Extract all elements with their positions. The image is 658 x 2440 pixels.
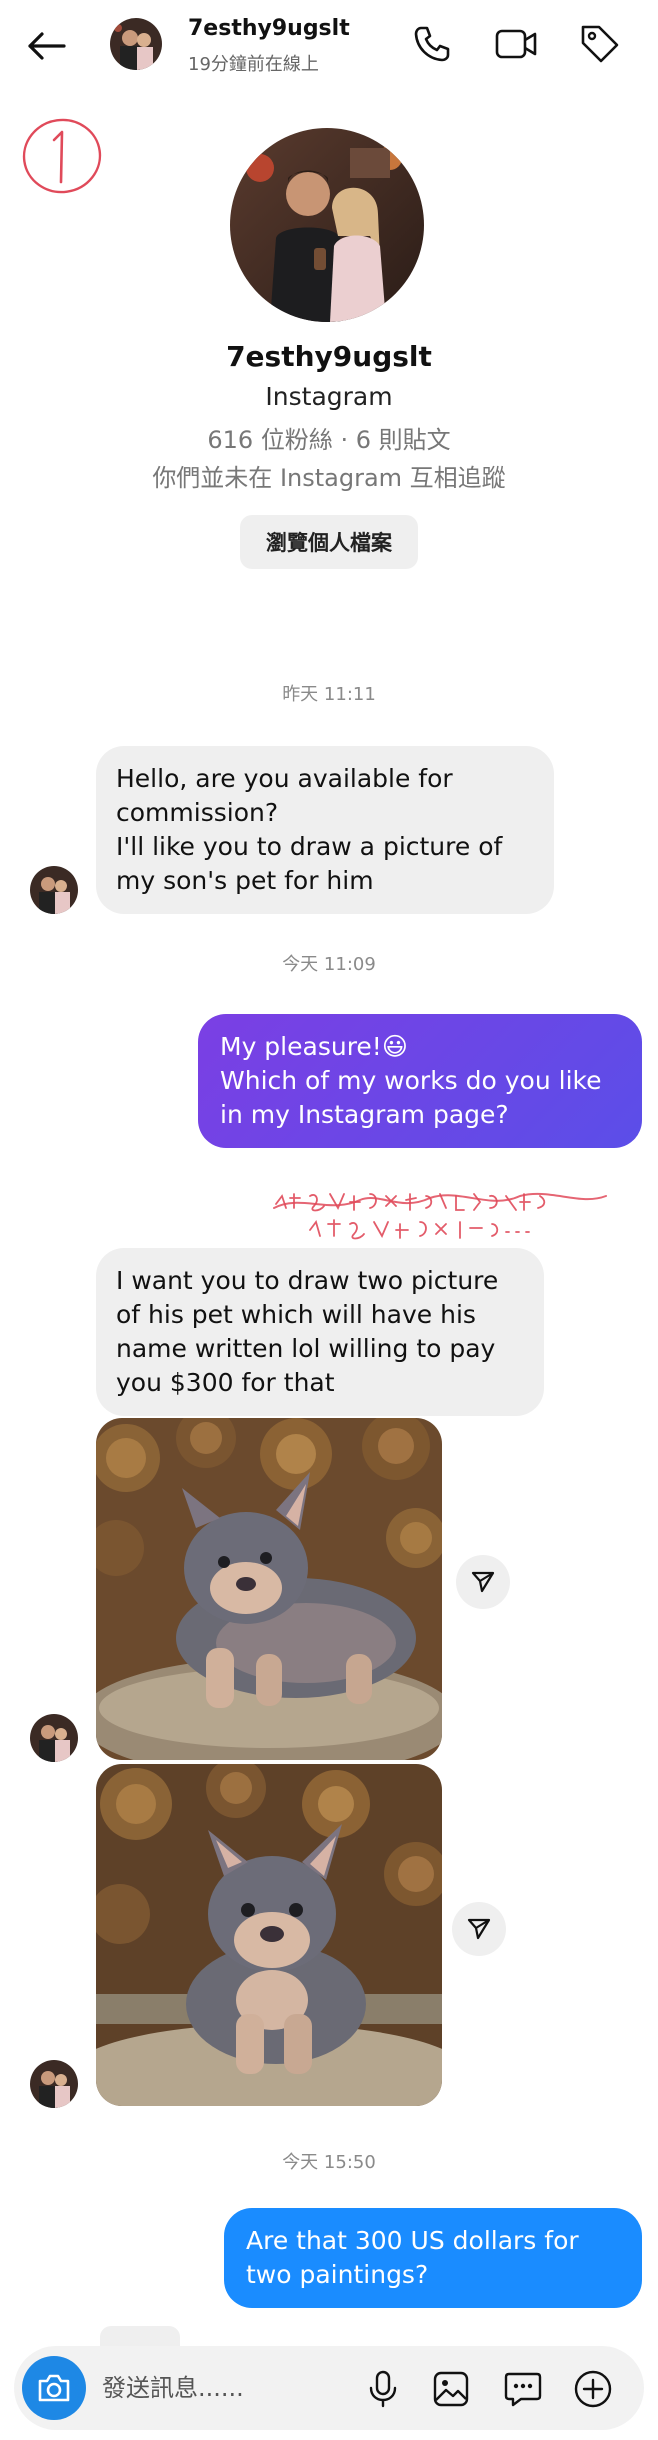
back-arrow-icon: [28, 32, 66, 60]
gallery-button[interactable]: [428, 2366, 474, 2412]
message-input[interactable]: [102, 2368, 352, 2408]
outgoing-message[interactable]: My pleasure!😃 Which of my works do you l…: [198, 1014, 642, 1148]
video-icon: [495, 29, 537, 59]
sticker-icon: [504, 2372, 542, 2407]
video-call-button[interactable]: [492, 20, 540, 68]
outgoing-message-line: My pleasure!😃: [220, 1032, 408, 1061]
tag-button[interactable]: [576, 20, 624, 68]
shared-photo-dog-2[interactable]: [96, 1764, 442, 2106]
handwritten-annotation: [273, 1192, 607, 1240]
sender-avatar[interactable]: [30, 1714, 78, 1762]
profile-avatar[interactable]: [230, 128, 424, 322]
phone-icon: [414, 26, 450, 62]
shared-photo-dog-1[interactable]: [96, 1418, 442, 1760]
sticker-button[interactable]: [500, 2366, 546, 2412]
header-status: 19分鐘前在線上: [188, 54, 319, 75]
header-avatar[interactable]: [110, 18, 162, 70]
profile-platform: Instagram: [265, 382, 393, 411]
message-timestamp: 昨天 11:11: [282, 684, 376, 705]
voice-message-button[interactable]: [360, 2366, 406, 2412]
share-photo-button[interactable]: [456, 1555, 510, 1609]
message-timestamp: 今天 11:09: [282, 954, 376, 975]
profile-stats: 616 位粉絲 · 6 則貼文: [207, 426, 451, 454]
camera-button[interactable]: [22, 2356, 86, 2420]
view-profile-button[interactable]: 瀏覽個人檔案: [240, 515, 418, 569]
tag-icon: [581, 25, 619, 63]
send-icon: [467, 1918, 491, 1940]
annotation-circle-one: [22, 118, 102, 194]
plus-icon: [574, 2370, 612, 2408]
share-photo-button[interactable]: [452, 1902, 506, 1956]
profile-name: 7esthy9ugslt: [226, 340, 432, 373]
outgoing-message-line: Which of my works do you like in my Inst…: [220, 1066, 602, 1129]
voice-call-button[interactable]: [408, 20, 456, 68]
header-username[interactable]: 7esthy9ugslt: [188, 16, 350, 41]
send-icon: [471, 1571, 495, 1593]
sender-avatar[interactable]: [30, 2060, 78, 2108]
microphone-icon: [369, 2370, 397, 2408]
incoming-message[interactable]: I want you to draw two picture of his pe…: [96, 1248, 544, 1416]
sender-avatar[interactable]: [30, 866, 78, 914]
outgoing-message[interactable]: Are that 300 US dollars for two painting…: [224, 2208, 642, 2308]
message-composer: [14, 2346, 644, 2430]
chat-header: 7esthy9ugslt 19分鐘前在線上: [0, 0, 658, 96]
typing-indicator: [100, 2326, 180, 2348]
back-button[interactable]: [22, 24, 70, 68]
incoming-message[interactable]: Hello, are you available for commission?…: [96, 746, 554, 914]
gallery-icon: [433, 2371, 469, 2407]
profile-follow-status: 你們並未在 Instagram 互相追蹤: [152, 464, 506, 492]
more-options-button[interactable]: [570, 2366, 616, 2412]
message-timestamp: 今天 15:50: [282, 2152, 376, 2173]
camera-icon: [38, 2374, 70, 2402]
